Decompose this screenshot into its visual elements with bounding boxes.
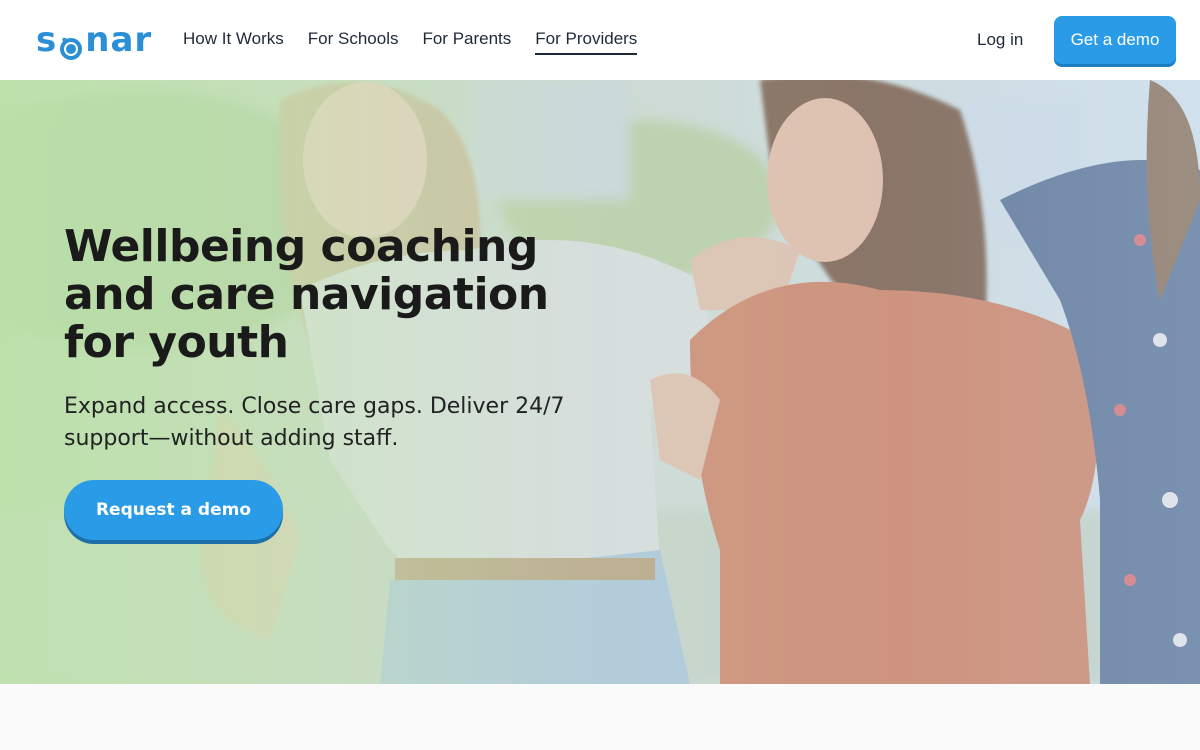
below-hero-section bbox=[0, 684, 1200, 750]
hero-subtitle: Expand access. Close care gaps. Deliver … bbox=[64, 394, 565, 451]
logo-letters-rest: nar bbox=[85, 20, 153, 60]
login-link[interactable]: Log in bbox=[977, 30, 1023, 50]
site-header: s nar How It Works For Schools For Paren… bbox=[0, 0, 1200, 80]
nav-how-it-works[interactable]: How It Works bbox=[183, 29, 284, 55]
nav-for-schools[interactable]: For Schools bbox=[308, 29, 399, 55]
logo-letter-s: s bbox=[36, 20, 58, 60]
get-a-demo-button[interactable]: Get a demo bbox=[1054, 16, 1176, 64]
hero-title: Wellbeing coaching and care navigation f… bbox=[64, 221, 549, 368]
sonar-logo[interactable]: s nar bbox=[36, 20, 153, 60]
logo-o-icon bbox=[59, 30, 83, 60]
nav-for-providers[interactable]: For Providers bbox=[535, 29, 638, 55]
hero-gradient-overlay bbox=[0, 80, 1200, 684]
main-nav: How It Works For Schools For Parents For… bbox=[183, 0, 638, 80]
request-a-demo-button[interactable]: Request a demo bbox=[64, 480, 283, 540]
hero-section: Wellbeing coaching and care navigation f… bbox=[0, 80, 1200, 684]
nav-for-parents[interactable]: For Parents bbox=[422, 29, 511, 55]
